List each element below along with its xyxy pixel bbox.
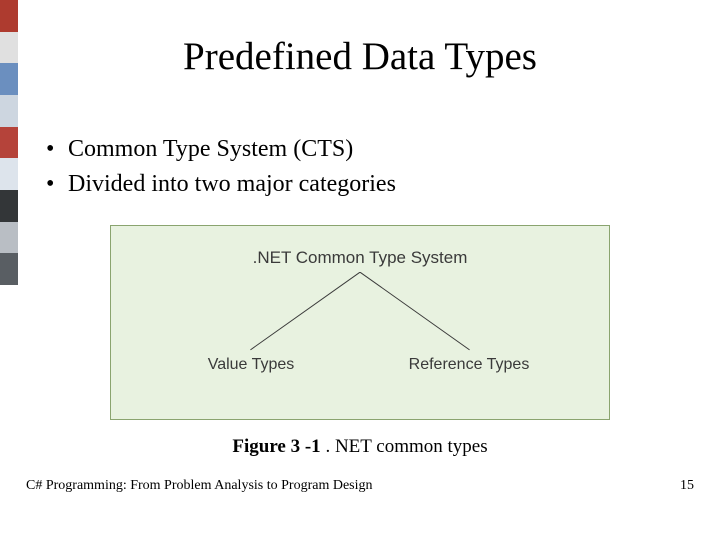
bullet-icon [46,132,68,167]
figure-caption-text: . NET common types [325,436,487,457]
slide-footer: C# Programming: From Problem Analysis to… [26,478,694,494]
list-item: Common Type System (CTS) [46,132,396,167]
list-item: Divided into two major categories [46,167,396,202]
type-system-diagram: .NET Common Type System Value Types Refe… [110,225,610,420]
bullet-list: Common Type System (CTS) Divided into tw… [46,132,396,202]
diagram-leaf-reference-types: Reference Types [389,356,549,374]
figure-label: Figure 3 -1 [232,436,325,457]
bullet-text: Common Type System (CTS) [68,132,353,167]
bullet-icon [46,167,68,202]
diagram-leaf-value-types: Value Types [171,356,331,374]
bullet-text: Divided into two major categories [68,167,396,202]
slide-title: Predefined Data Types [0,34,720,79]
figure-caption: Figure 3 -1 . NET common types [0,436,720,458]
page-number: 15 [680,478,694,494]
slide: Predefined Data Types Common Type System… [0,0,720,540]
footer-text: C# Programming: From Problem Analysis to… [26,478,373,494]
diagram-connector-lines [111,272,609,352]
diagram-root-label: .NET Common Type System [111,248,609,268]
